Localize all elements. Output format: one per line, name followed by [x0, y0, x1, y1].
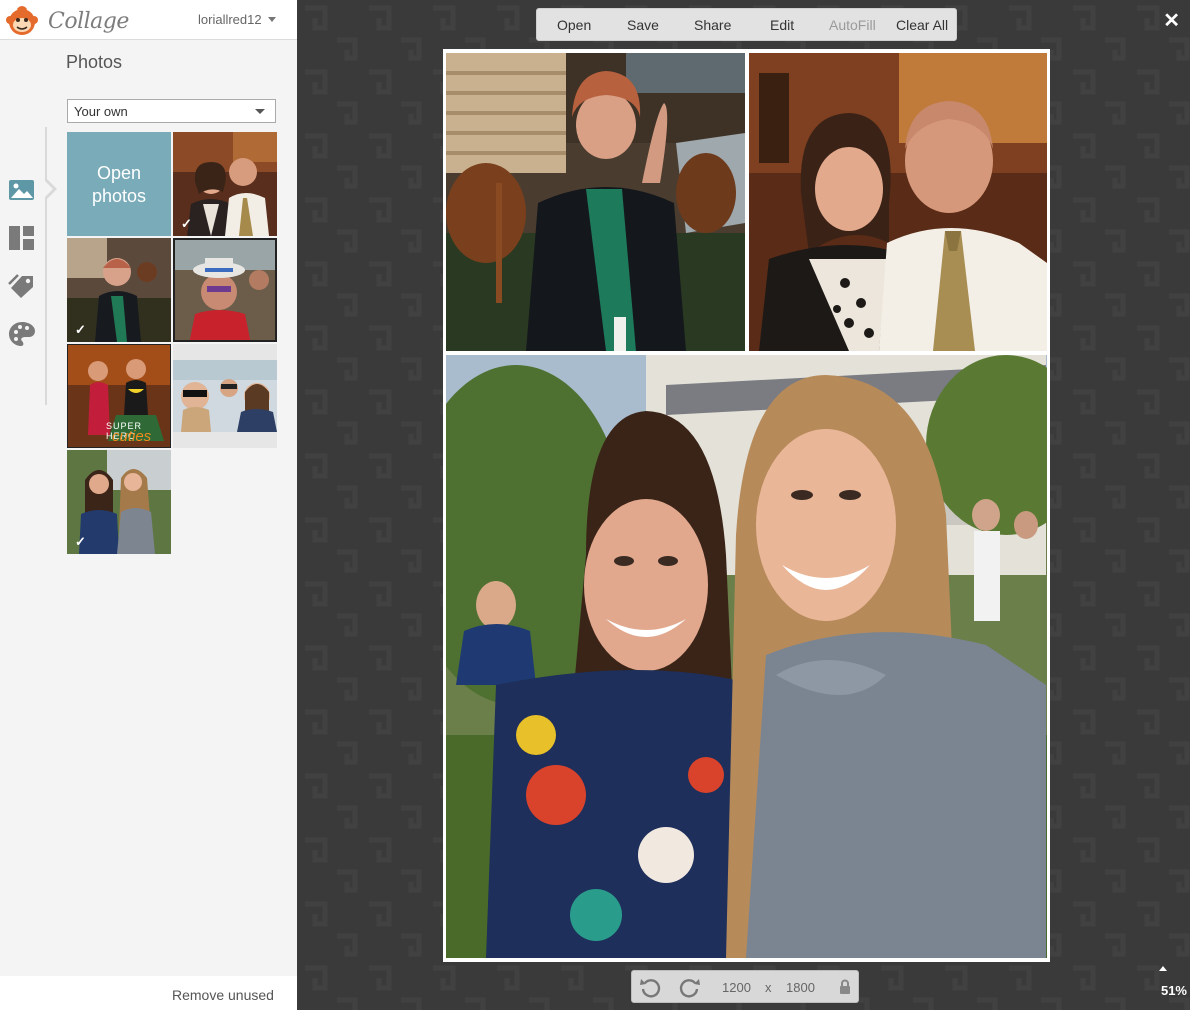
- clear-all-button[interactable]: Clear All: [896, 17, 948, 33]
- share-button[interactable]: Share: [694, 17, 731, 33]
- open-button[interactable]: Open: [557, 17, 591, 33]
- autofill-button[interactable]: AutoFill: [829, 17, 876, 33]
- open-photos-label-line1: Open: [96, 163, 142, 183]
- workspace: Open Save Share Edit AutoFill Clear All …: [297, 0, 1190, 1010]
- superhero-caption-script: cuties: [112, 428, 152, 445]
- logo-text: Collage: [48, 9, 129, 34]
- save-button[interactable]: Save: [627, 17, 659, 33]
- main-toolbar: Open Save Share Edit AutoFill Clear All: [536, 8, 957, 41]
- stickers-icon[interactable]: [8, 272, 36, 300]
- photo-thumbnail-group-selfie[interactable]: [173, 344, 277, 448]
- photo-thumbnail-couple[interactable]: ✓: [173, 132, 277, 236]
- photos-icon[interactable]: [8, 176, 36, 204]
- layout-icon[interactable]: [8, 224, 36, 252]
- canvas-height-value[interactable]: 1800: [786, 980, 815, 995]
- chevron-down-icon: [267, 17, 276, 22]
- undo-icon[interactable]: [638, 974, 664, 1000]
- photo-thumbnail-woman-waving[interactable]: ✓: [67, 238, 171, 342]
- photo-source-select[interactable]: Your own: [67, 99, 276, 123]
- palette-icon[interactable]: [8, 320, 36, 348]
- collage-cell-two-girls[interactable]: [446, 355, 1047, 958]
- open-photos-label-line2: photos: [91, 186, 147, 206]
- sidebar: Collage loriallred12 Photos Your own Ope…: [0, 0, 297, 1010]
- collage-canvas: [443, 49, 1050, 962]
- monkey-logo-icon: [6, 6, 38, 35]
- size-separator: x: [765, 980, 772, 995]
- panel-title: Photos: [66, 52, 123, 72]
- top-bar: Collage loriallred12: [0, 0, 297, 40]
- zoom-level[interactable]: 51%: [1161, 983, 1187, 998]
- chevron-down-icon: [255, 109, 265, 114]
- used-check-icon: ✓: [75, 322, 86, 337]
- app-logo[interactable]: Collage: [5, 4, 129, 36]
- edit-button[interactable]: Edit: [770, 17, 794, 33]
- username: loriallred12: [198, 12, 262, 27]
- nav-divider: [45, 127, 47, 405]
- canvas-size-bar: 1200 x 1800: [631, 970, 859, 1003]
- nav-active-pointer: [43, 177, 57, 201]
- sidebar-footer: Remove unused: [0, 976, 297, 1010]
- lock-icon[interactable]: [839, 979, 851, 995]
- close-icon[interactable]: ✕: [1163, 8, 1180, 33]
- open-photos-button[interactable]: Open photos: [67, 132, 171, 236]
- used-check-icon: ✓: [181, 216, 192, 231]
- used-check-icon: ✓: [75, 534, 86, 549]
- photo-thumbnail-two-girls[interactable]: ✓: [67, 450, 171, 554]
- photo-source-value: Your own: [74, 104, 128, 119]
- photo-thumbnail-woman-hat[interactable]: [173, 238, 277, 342]
- collage-cell-couple[interactable]: [749, 53, 1047, 351]
- remove-unused-button[interactable]: Remove unused: [172, 987, 274, 1003]
- zoom-up-icon[interactable]: [1159, 966, 1167, 971]
- canvas-width-value[interactable]: 1200: [722, 980, 751, 995]
- photo-thumbnail-superhero[interactable]: SUPER HERO cuties: [67, 344, 171, 448]
- redo-icon[interactable]: [676, 974, 702, 1000]
- user-menu[interactable]: loriallred12: [198, 12, 276, 27]
- collage-cell-woman-waving[interactable]: [446, 53, 745, 351]
